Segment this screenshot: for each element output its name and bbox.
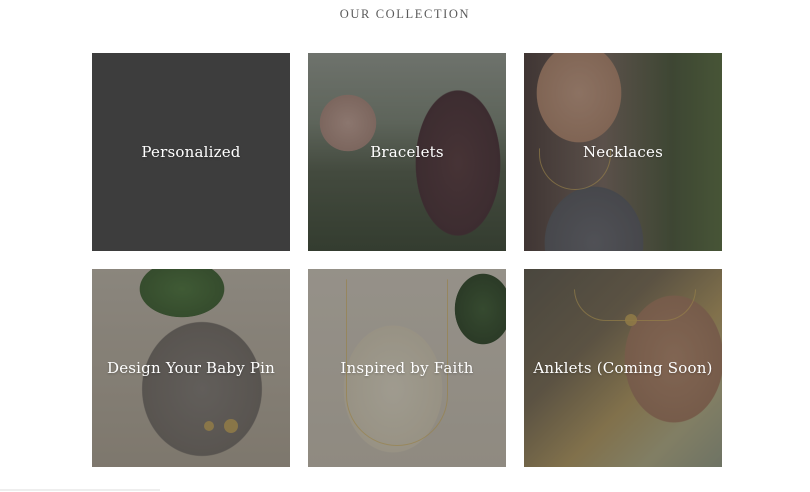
tile-label: Inspired by Faith: [340, 359, 474, 377]
collection-tile-design-your-baby-pin[interactable]: Design Your Baby Pin: [92, 269, 290, 467]
section-heading: OUR COLLECTION: [339, 7, 471, 21]
collection-tile-inspired-by-faith[interactable]: Inspired by Faith: [308, 269, 506, 467]
tile-label: Necklaces: [582, 143, 663, 161]
collection-tile-anklets-coming-soon[interactable]: Anklets (Coming Soon): [524, 269, 722, 467]
tile-label: Anklets (Coming Soon): [533, 359, 713, 377]
bottom-divider: [0, 489, 160, 491]
collection-grid: Personalized Bracelets Necklaces Design …: [92, 53, 722, 467]
collection-tile-bracelets[interactable]: Bracelets: [308, 53, 506, 251]
tile-label: Personalized: [141, 143, 241, 161]
collection-tile-personalized[interactable]: Personalized: [92, 53, 290, 251]
tile-label: Design Your Baby Pin: [106, 359, 276, 377]
collection-section: OUR COLLECTION Personalized Bracelets Ne…: [0, 0, 810, 492]
tile-label: Bracelets: [370, 143, 444, 161]
collection-tile-necklaces[interactable]: Necklaces: [524, 53, 722, 251]
